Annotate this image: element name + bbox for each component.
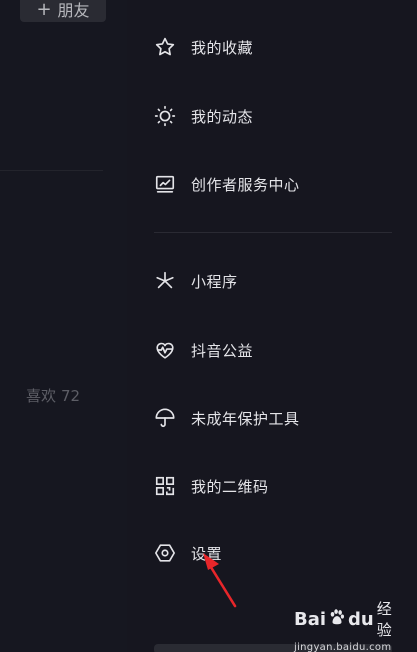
sun-icon — [154, 105, 176, 127]
menu-divider — [154, 232, 392, 233]
menu-item-label: 未成年保护工具 — [191, 409, 300, 428]
menu-item-label: 创作者服务中心 — [191, 175, 300, 194]
paw-icon — [328, 608, 346, 631]
likes-tab[interactable]: 喜欢 72 — [26, 385, 80, 406]
hexagon-gear-icon — [154, 542, 176, 564]
watermark-logo: Bai du 经验 — [294, 598, 404, 640]
divider — [0, 170, 103, 171]
screen: + 朋友 喜欢 72 我的收藏 我的动态 创作者服务中心 小程序 抖音公益 未成… — [0, 0, 417, 652]
asterisk-icon — [154, 270, 176, 292]
watermark-brand-jingyan: 经验 — [376, 600, 392, 639]
menu-item-label: 小程序 — [191, 272, 238, 291]
add-friend-button[interactable]: + 朋友 — [20, 0, 106, 22]
menu-item-label: 我的收藏 — [191, 38, 254, 57]
chart-monitor-icon — [154, 173, 176, 195]
add-friend-label: 朋友 — [57, 1, 90, 20]
side-drawer: 我的收藏 我的动态 创作者服务中心 小程序 抖音公益 未成年保护工具 我的二维码… — [127, 0, 417, 652]
heart-pulse-icon — [154, 339, 176, 361]
watermark-brand-du: du — [348, 608, 374, 630]
menu-item-label: 抖音公益 — [191, 341, 254, 360]
baidu-jingyan-watermark: Bai du 经验 jingyan.baidu.com — [294, 598, 404, 652]
plus-icon: + — [36, 0, 52, 20]
menu-item-charity[interactable]: 抖音公益 — [154, 335, 253, 365]
likes-count: 72 — [61, 387, 81, 405]
menu-item-creator-center[interactable]: 创作者服务中心 — [154, 169, 300, 199]
umbrella-icon — [154, 407, 176, 429]
star-icon — [154, 36, 176, 58]
menu-item-moments[interactable]: 我的动态 — [154, 101, 253, 131]
red-arrow-annotation — [203, 553, 237, 608]
menu-item-mini-programs[interactable]: 小程序 — [154, 266, 238, 296]
menu-item-qr-code[interactable]: 我的二维码 — [154, 471, 269, 501]
watermark-brand-bai: Bai — [294, 608, 327, 630]
qr-code-icon — [154, 475, 176, 497]
profile-background: + 朋友 喜欢 72 — [0, 0, 127, 652]
menu-item-label: 我的动态 — [191, 107, 254, 126]
menu-item-label: 我的二维码 — [191, 477, 269, 496]
menu-item-favorites[interactable]: 我的收藏 — [154, 32, 253, 62]
menu-item-minor-protection[interactable]: 未成年保护工具 — [154, 403, 300, 433]
watermark-url: jingyan.baidu.com — [294, 642, 392, 652]
likes-label: 喜欢 — [26, 387, 57, 405]
